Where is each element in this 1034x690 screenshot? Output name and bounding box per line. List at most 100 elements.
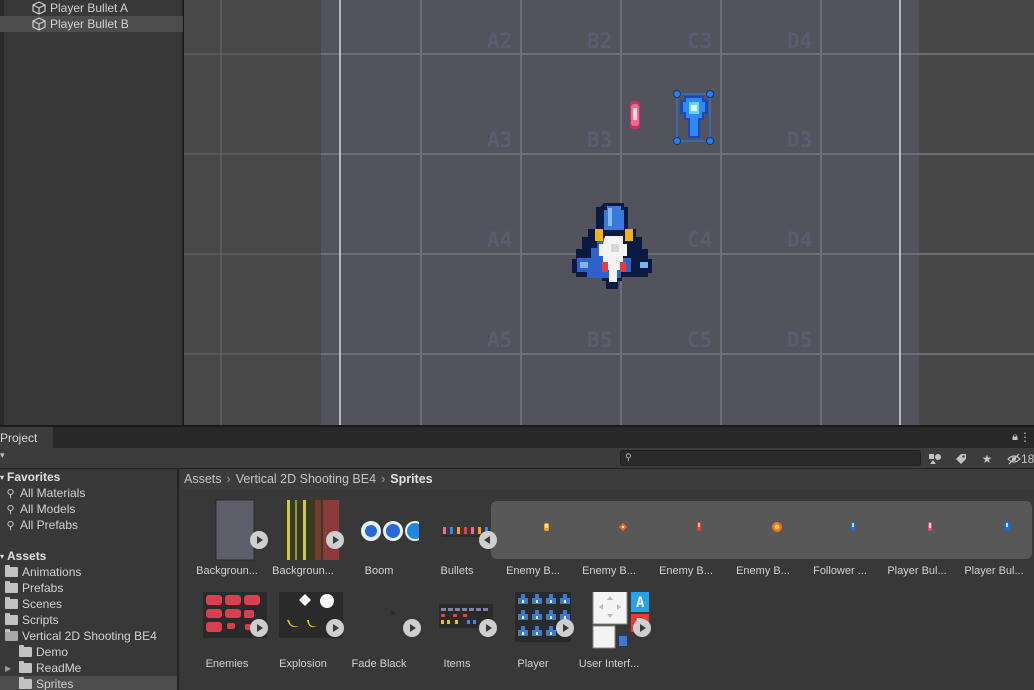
folder-icon [5, 613, 18, 625]
favorite-all-materials[interactable]: ⚲ All Materials [0, 485, 177, 501]
bullet-sprite-thumb [1004, 521, 1010, 531]
favorites-header[interactable]: ▾ Favorites [0, 469, 177, 485]
project-tab[interactable]: Project [0, 427, 53, 448]
tile-label: B5 [587, 328, 612, 352]
favorite-label: All Prefabs [20, 518, 79, 532]
bullet-sprite-thumb [619, 523, 627, 531]
breadcrumb: Assets › Vertical 2D Shooting BE4 › Spri… [181, 469, 1034, 489]
assets-grid: Backgroun... Backgroun... Boom Bullets E… [181, 489, 1034, 690]
asset-label: Player Bul... [964, 565, 1024, 577]
asset-tile[interactable]: Player Bul... [879, 489, 955, 577]
folder-sprites[interactable]: Sprites [0, 676, 177, 690]
tile-label: A4 [487, 228, 512, 252]
tile-label: C5 [687, 328, 712, 352]
asset-label: Enemy B... [736, 565, 790, 577]
gizmo-handle[interactable] [673, 137, 681, 145]
tile-label: A3 [487, 128, 512, 152]
chevron-right-icon: › [226, 472, 231, 486]
gizmo-handle[interactable] [706, 90, 714, 98]
folder-label: Sprites [36, 677, 74, 690]
folder-readme[interactable]: ▶ ReadMe [0, 660, 177, 676]
expand-arrow-icon[interactable]: ▾ [0, 552, 7, 561]
folder-scripts[interactable]: Scripts [0, 612, 177, 628]
create-dropdown-icon[interactable]: ▾ [0, 450, 5, 461]
asset-label: Boom [364, 565, 394, 577]
search-input[interactable] [621, 452, 920, 466]
tile-label: D5 [787, 328, 812, 352]
tile-label: A5 [487, 328, 512, 352]
folder-icon [5, 597, 18, 609]
breadcrumb-sprites[interactable]: Sprites [390, 472, 432, 486]
search-field[interactable]: ⚲ [620, 450, 921, 466]
search-icon: ⚲ [6, 503, 15, 516]
asset-label: Backgroun... [272, 565, 334, 577]
scene-view[interactable]: A2 B2 C3 D4 A3 B3 D3 A4 C4 D4 A5 B5 C5 D… [184, 0, 1034, 425]
asset-label: Player Bul... [887, 565, 947, 577]
hidden-count: 18 [1021, 451, 1034, 466]
star-icon: ★ [981, 451, 993, 466]
expand-arrow-icon[interactable]: ▾ [0, 473, 7, 482]
search-by-label-button[interactable] [950, 449, 972, 468]
hierarchy-indent-strip [0, 0, 4, 425]
hierarchy-item-label: Player Bullet B [50, 17, 129, 31]
folder-label: Demo [36, 645, 69, 659]
expand-sprite-button[interactable] [633, 619, 651, 637]
scene-outside-area [920, 0, 1034, 425]
folder-vertical-2d-shooting-be4[interactable]: Vertical 2D Shooting BE4 [0, 628, 177, 644]
breadcrumb-vertical-2d-shooting[interactable]: Vertical 2D Shooting BE4 [236, 472, 376, 486]
search-icon: ⚲ [6, 487, 15, 500]
folder-icon [19, 677, 32, 689]
type-filter-icon [929, 453, 941, 464]
scene-canvas[interactable]: A2 B2 C3 D4 A3 B3 D3 A4 C4 D4 A5 B5 C5 D… [184, 0, 1034, 425]
save-search-button[interactable]: ★ [976, 449, 998, 468]
hierarchy-item-player-bullet-b[interactable]: Player Bullet B [0, 16, 183, 32]
bullet-sprite-thumb [928, 522, 932, 531]
asset-label: Enemy B... [582, 565, 636, 577]
folder-label: Vertical 2D Shooting BE4 [22, 629, 157, 643]
tile-label: D3 [787, 128, 812, 152]
asset-tile[interactable]: Backgroun... [265, 489, 341, 577]
gizmo-handle[interactable] [673, 90, 681, 98]
project-panel: Project 🔒︎ ⋮ ▾ ⚲ ★ 18 ▾ Favorites ⚲ All … [0, 426, 1034, 690]
asset-tile[interactable]: Player Bul... [956, 489, 1032, 577]
collapsed-arrow-icon[interactable]: ▶ [5, 664, 19, 673]
favorite-label: All Models [20, 502, 76, 516]
assets-label: Assets [7, 549, 47, 563]
gizmo-handle[interactable] [706, 137, 714, 145]
project-toolbar: ▾ ⚲ ★ 18 [0, 448, 1034, 469]
folder-label: Animations [22, 565, 82, 579]
asset-label: Explosion [279, 658, 327, 670]
lock-icon[interactable]: 🔒︎ [1012, 431, 1018, 444]
hierarchy-item-player-bullet-a[interactable]: Player Bullet A [0, 0, 183, 16]
asset-tile[interactable]: Boom [341, 489, 419, 577]
asset-tile[interactable]: Enemy B... [495, 489, 571, 577]
folder-animations[interactable]: Animations [0, 564, 177, 580]
asset-label: Enemies [205, 658, 249, 670]
asset-tile[interactable]: Enemy B... [725, 489, 801, 577]
folder-label: Scripts [22, 613, 59, 627]
asset-tile[interactable]: Enemy B... [571, 489, 647, 577]
favorite-all-prefabs[interactable]: ⚲ All Prefabs [0, 517, 177, 533]
bullet-sprite-thumb [697, 522, 701, 531]
gameobject-cube-icon [32, 17, 46, 31]
player-bullet-a-sprite[interactable] [630, 101, 640, 129]
gameobject-cube-icon [32, 1, 46, 15]
folder-label: Prefabs [22, 581, 64, 595]
hidden-packages-toggle[interactable]: 18 [1007, 449, 1034, 468]
search-icon: ⚲ [6, 519, 15, 532]
asset-tile[interactable]: Follower ... [802, 489, 878, 577]
asset-label: Enemy B... [659, 565, 713, 577]
folder-demo[interactable]: Demo [0, 644, 177, 660]
folder-label: Scenes [22, 597, 63, 611]
favorite-all-models[interactable]: ⚲ All Models [0, 501, 177, 517]
assets-header[interactable]: ▾ Assets [0, 548, 177, 564]
chevron-right-icon: › [381, 472, 386, 486]
asset-tile[interactable]: Enemy B... [648, 489, 724, 577]
favorite-label: All Materials [20, 486, 86, 500]
breadcrumb-assets[interactable]: Assets [184, 472, 222, 486]
asset-tile[interactable]: Backgroun... [189, 489, 265, 577]
more-options-icon[interactable]: ⋮ [1019, 430, 1031, 444]
search-by-type-button[interactable] [924, 449, 946, 468]
folder-scenes[interactable]: Scenes [0, 596, 177, 612]
folder-prefabs[interactable]: Prefabs [0, 580, 177, 596]
